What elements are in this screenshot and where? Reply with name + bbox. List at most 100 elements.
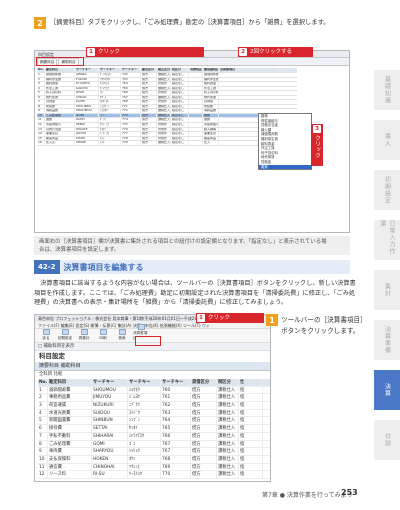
callout-double-click: 2 2回クリックする [238, 47, 313, 57]
table-row[interactable]: 8 ごみ処理費 GOMI ｺﾞﾐ 767 借方 課税仕入指 [38, 440, 270, 449]
table-cell: ZAPPI [75, 118, 99, 123]
table-cell: 消耗品費 [203, 109, 219, 113]
table-cell: 新聞図書費 [48, 417, 92, 425]
table-cell: 対象外 [157, 82, 171, 86]
table-cell [189, 141, 203, 145]
table-cell: 774 [121, 118, 141, 123]
table-cell: 769 [161, 463, 191, 471]
table-cell: 事務用品費 [48, 394, 92, 402]
table-cell: 借方 [191, 386, 217, 394]
table-cell: JIMUYOU [92, 394, 128, 402]
table-cell: 778 [121, 136, 141, 141]
column-header: サーチキー [128, 379, 161, 386]
table-cell: 765 [121, 86, 141, 91]
table-cell: 滅価償却費 [48, 386, 92, 394]
callout-number: 1 [87, 48, 95, 56]
chapter-tab[interactable]: 基礎知識 [374, 70, 400, 110]
table-cell: ｼｲﾚ [99, 141, 121, 145]
table-cell: ﾂｳｼﾝﾋ [128, 463, 161, 471]
table-cell: SHARYOU [92, 448, 128, 455]
table-cell: 指定なし [171, 113, 189, 118]
table-cell: 借方 [191, 432, 217, 440]
table-cell: 雑費 [45, 118, 75, 123]
table-cell: GOMI [92, 440, 128, 448]
tab-highlight-box [36, 57, 84, 66]
chapter-tab[interactable]: 決算準備 [374, 320, 400, 360]
table-cell: 指定なし [171, 136, 189, 141]
table-cell [189, 127, 203, 132]
column-header: No. [38, 68, 45, 72]
chapter-tab[interactable]: 導入 [374, 120, 400, 160]
row-number: 11 [37, 118, 45, 123]
table-row[interactable]: 6 接待費 SETTAI ｾｯﾀｲ 765 借方 課税仕入指 [38, 425, 270, 433]
table-cell: 課税仕入 [158, 141, 171, 145]
callout-label: 2回クリックする [250, 49, 292, 55]
table-cell: ﾘｰｽﾘｮｳ [128, 471, 161, 478]
chapter-tab[interactable]: 集計 [374, 270, 400, 310]
table-cell: 利子割引料 [45, 91, 75, 95]
body-line: 決算書項目に該当するような内容がない場合は、ツールバーの［決算書項目］ボタンをク… [34, 280, 356, 287]
table-cell: 課税仕入 [158, 77, 171, 82]
table-cell: ｶｼﾀﾞｵﾚ [99, 100, 121, 104]
toolbar-button[interactable]: 初期設定 [57, 329, 73, 341]
toolbar-button[interactable]: 再集計 [76, 329, 92, 341]
row-number: 1 [38, 386, 48, 394]
toolbar-button[interactable]: 戻る [38, 329, 54, 341]
table-cell: 借方 [191, 448, 217, 455]
table-cell: 借方 [191, 440, 217, 448]
chapter-tab[interactable]: 決算 [374, 370, 400, 410]
table-cell: 外注工賃 [45, 86, 75, 91]
chapter-tab[interactable]: 日常入力作業 [374, 220, 400, 260]
table-cell: 借方 [141, 141, 157, 145]
table-cell: 接待費 [48, 425, 92, 432]
table-row[interactable]: 12 リース料 RI-SU ﾘｰｽﾘｮｳ 770 借方 課税仕入指 [38, 471, 270, 479]
table-cell: 指 [239, 394, 263, 402]
table-cell: 課税仕入 [217, 448, 239, 455]
table-row[interactable]: 11 通信費 CHINOHAI ﾂｳｼﾝﾋ 769 借方 課税仕入指 [38, 463, 270, 472]
table-cell: 指定なし [171, 123, 189, 127]
chapter-tab[interactable]: 初期設定 [374, 170, 400, 210]
filter-tabs[interactable]: 全科目 比較 [35, 371, 270, 379]
table-cell [189, 86, 203, 91]
callout-number: 2 [239, 48, 247, 56]
table-cell: 765 [161, 425, 191, 432]
table-row[interactable]: 3 荷造運賃 NIZUKURI ﾆﾂﾞｸﾘ 762 借方 課税仕入指 [38, 402, 270, 410]
table-row[interactable]: 10 支払保険料 HOKEN ﾎｹﾝ 768 借方 課税仕入指 [38, 455, 270, 464]
table-cell: 借方 [141, 104, 157, 109]
table-cell: ｼｮｳﾓｳ [128, 386, 161, 394]
statement-item-dropdown[interactable]: 雑費 専従者給与 貸倒引当金 繰入額 減価償却費 福利厚生費 給料賃金 外注工賃 利子割引料 地代… [258, 113, 312, 171]
table-cell: KISHU [75, 136, 99, 141]
note-line: 合は、決算書項目を設定します。 [39, 246, 120, 253]
table-cell: 貸倒金 [45, 100, 75, 104]
table-cell: 指定なし [171, 86, 189, 91]
table-cell [189, 82, 203, 86]
table-cell: 借方 [141, 100, 157, 104]
table-cell: 事業主貸 [45, 132, 75, 136]
tab-bar[interactable]: 摘要科目 補助科目 [35, 362, 270, 371]
table-row[interactable]: 7 手私不動料 SHIHARAI ｼﾊﾗｲﾃｽｳ 766 借方 課税仕入指 [38, 432, 270, 441]
column-header: サーチキー [161, 379, 191, 386]
dropdown-option[interactable]: 雑費 [259, 164, 311, 170]
toolbar-button[interactable]: 印刷 [95, 329, 111, 341]
table-cell: 763 [121, 77, 141, 82]
table-row[interactable]: 5 新聞図書費 SHINBUN ｼﾝﾌﾞﾝ 764 借方 課税仕入指 [38, 417, 270, 426]
table-row[interactable]: 1 滅価償却費 SHOUMOU ｼｮｳﾓｳ 760 借方 課税仕入指 [38, 386, 270, 395]
column-header: 仕 [239, 379, 263, 386]
note-box: 画面右の［決算書項目］欄が決算書に集計される項目との紐付けの設定欄となります。「… [34, 236, 350, 255]
table-row[interactable]: 2 事務用品費 JIMUYOU ｼﾞﾑﾖｳ 761 借方 課税仕入指 [38, 394, 270, 403]
table-cell: 借方 [141, 91, 157, 95]
chapter-tab[interactable]: 付録 [374, 420, 400, 460]
table-row[interactable]: 9 車両費 SHARYOU ｼｬﾘｮｳ 767 借方 課税仕入指 [38, 448, 270, 456]
page-number: 253 [341, 488, 358, 497]
table-cell: 借方 [141, 77, 157, 82]
row-number: 6 [38, 425, 48, 432]
table-cell: 仕入 [203, 141, 219, 145]
table-cell: 利子割引料 [204, 91, 219, 95]
row-number: 3 [38, 402, 48, 409]
table-cell: 借方 [191, 409, 217, 417]
toolbar-button[interactable]: 検索 [114, 329, 130, 341]
table-row[interactable]: 4 水道光熱費 SUIDOU ｽｲﾄﾞｳ 763 借方 課税仕入指 [38, 409, 270, 418]
table-cell: 対象外 [157, 136, 171, 141]
table-cell [189, 118, 203, 123]
table-cell: ｷｭｳﾘｮｳ [99, 82, 121, 86]
